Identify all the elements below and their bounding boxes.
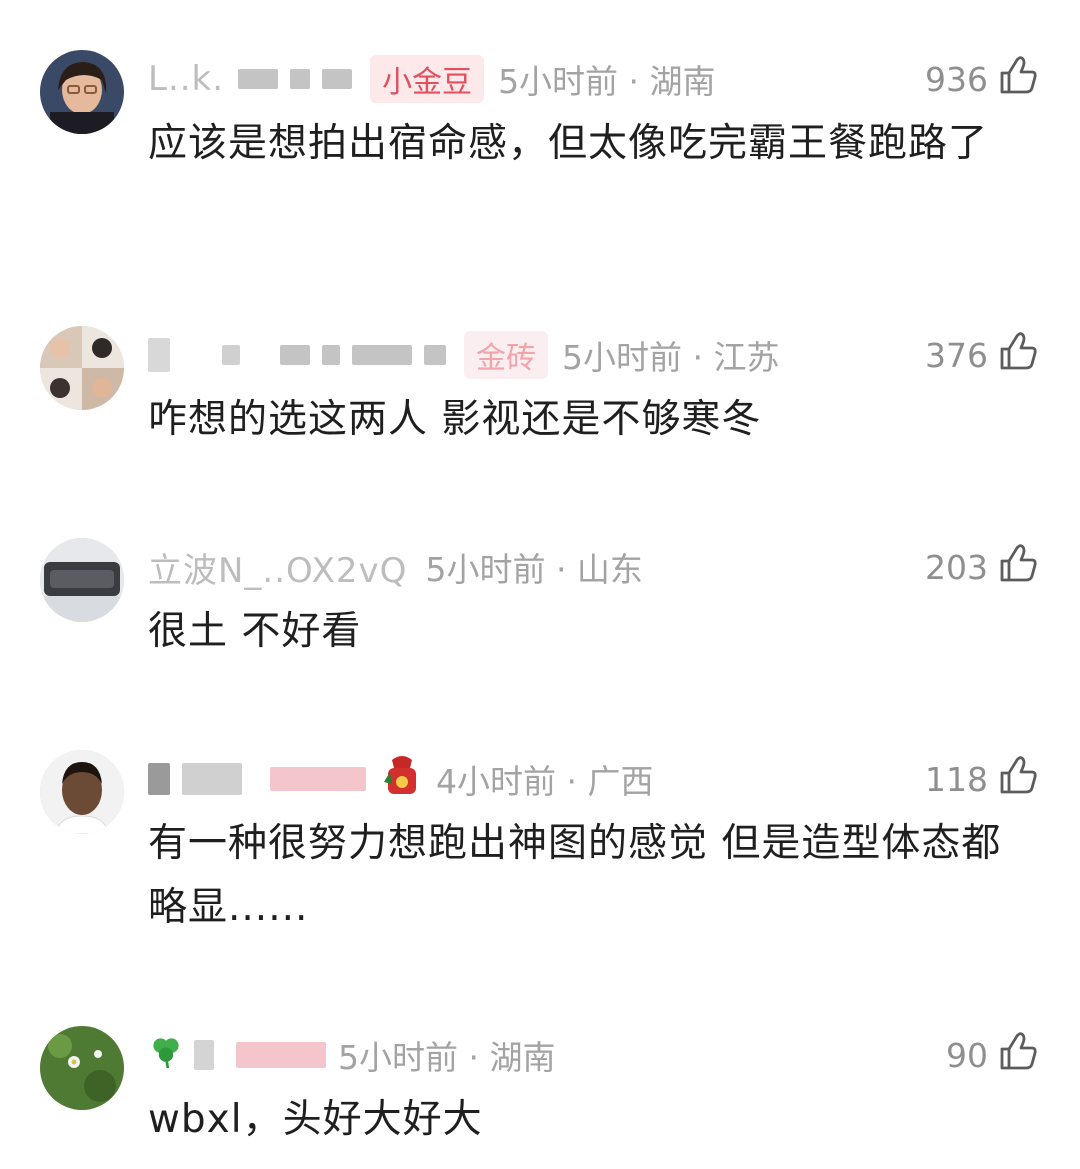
redacted-block — [322, 345, 340, 365]
comment-meta: L..k. 小金豆 5小时前 · 湖南 — [148, 55, 716, 103]
avatar[interactable] — [40, 750, 124, 834]
like-count: 90 — [946, 1035, 988, 1075]
comment-text: 有一种很努力想跑出神图的感觉 但是造型体态都略显...... — [148, 821, 1002, 930]
fan-badge: 金砖 — [464, 331, 548, 379]
timestamp-location: 5小时前 · 江苏 — [562, 338, 780, 377]
like-button[interactable]: 376 — [925, 330, 1040, 380]
thumbs-up-icon — [996, 1029, 1040, 1081]
timestamp-location: 5小时前 · 湖南 — [338, 1038, 556, 1077]
like-button[interactable]: 118 — [925, 754, 1040, 804]
thumbs-up-icon — [996, 753, 1040, 805]
redacted-block — [222, 345, 240, 365]
comment-text: 应该是想拍出宿命感，但太像吃完霸王餐跑路了 — [148, 121, 989, 166]
avatar[interactable] — [40, 50, 124, 134]
fan-badge: 小金豆 — [370, 55, 485, 103]
timestamp-location: 5小时前 · 湖南 — [498, 62, 716, 101]
comment-meta: 4小时前 · 广西 — [148, 756, 653, 802]
redacted-block — [194, 1040, 214, 1070]
avatar[interactable] — [40, 1026, 124, 1110]
like-count: 936 — [925, 59, 988, 99]
timestamp-location: 4小时前 · 广西 — [436, 762, 654, 801]
like-button[interactable]: 90 — [946, 1030, 1040, 1080]
username[interactable]: 立波N_..OX2vQ — [148, 543, 407, 592]
redacted-block — [352, 345, 412, 365]
thumbs-up-icon — [996, 53, 1040, 105]
redacted-block — [238, 69, 279, 89]
redacted-block — [236, 1042, 326, 1068]
thumbs-up-icon — [996, 541, 1040, 593]
avatar[interactable] — [40, 538, 124, 622]
redacted-block — [280, 345, 310, 365]
like-count: 118 — [925, 759, 988, 799]
like-count: 203 — [925, 547, 988, 587]
avatar[interactable] — [40, 326, 124, 410]
comment-meta: 5小时前 · 湖南 — [148, 1032, 555, 1078]
like-count: 376 — [925, 335, 988, 375]
redacted-block — [270, 767, 366, 791]
redacted-block — [322, 69, 353, 89]
username[interactable]: L..k. — [148, 59, 224, 99]
like-button[interactable]: 936 — [925, 54, 1040, 104]
redacted-block — [148, 763, 170, 795]
redacted-block — [424, 345, 446, 365]
comment-meta: 立波N_..OX2vQ 5小时前 · 山东 — [148, 543, 643, 592]
like-button[interactable]: 203 — [925, 542, 1040, 592]
comment-text: 咋想的选这两人 影视还是不够寒冬 — [148, 397, 762, 442]
thumbs-up-icon — [996, 329, 1040, 381]
clover-icon — [148, 1033, 184, 1077]
comment-text: wbxl，头好大好大 — [148, 1097, 483, 1142]
timestamp-location: 5小时前 · 山东 — [425, 550, 643, 589]
comment-text: 很土 不好看 — [148, 609, 362, 654]
comment-meta: 金砖 5小时前 · 江苏 — [148, 331, 780, 379]
redacted-block — [290, 69, 311, 89]
redacted-block — [148, 338, 170, 372]
redacted-block — [182, 763, 242, 795]
red-envelope-icon — [382, 752, 422, 806]
